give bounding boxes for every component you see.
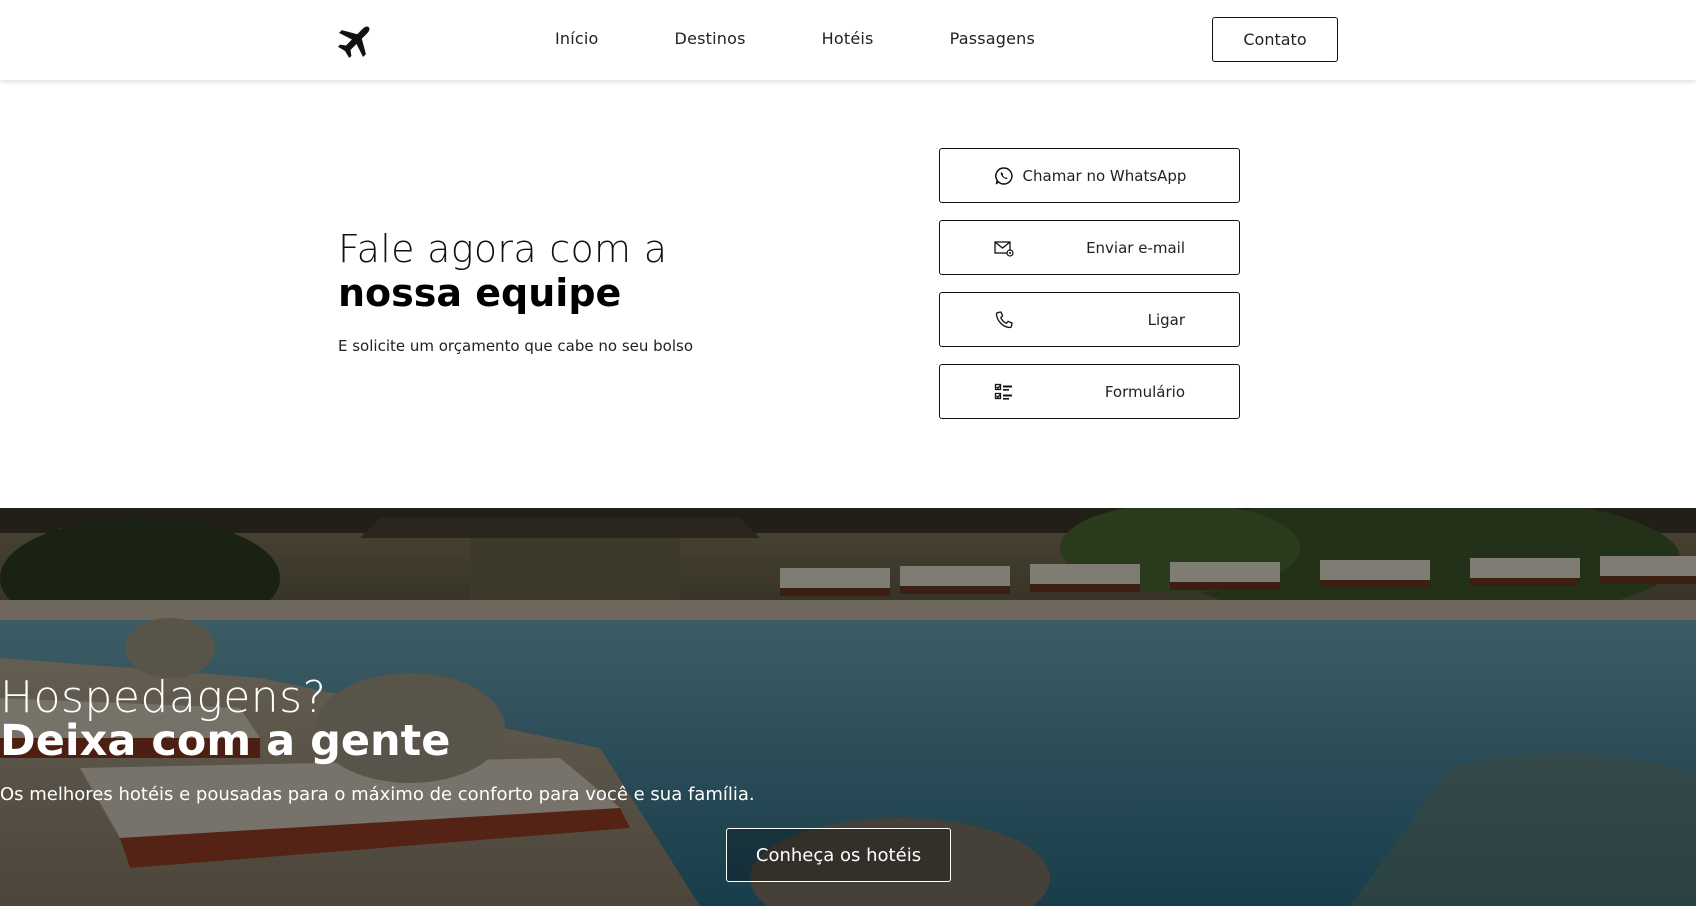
hero-subtitle: Os melhores hotéis e pousadas para o máx… — [0, 784, 755, 805]
contact-button[interactable]: Contato — [1212, 17, 1338, 62]
form-button-label: Formulário — [1104, 382, 1185, 401]
checklist-icon — [993, 381, 1015, 403]
hotels-cta-button[interactable]: Conheça os hotéis — [726, 828, 951, 882]
contact-section: Fale agora com a nossa equipe E solicite… — [0, 80, 1696, 508]
call-button-label: Ligar — [1147, 310, 1185, 329]
email-button-label: Enviar e-mail — [1086, 238, 1185, 257]
nav-link-hoteis[interactable]: Hotéis — [822, 28, 874, 50]
nav-link-destinos[interactable]: Destinos — [675, 28, 746, 50]
hotels-hero: Hospedagens? Deixa com a gente Os melhor… — [0, 508, 1696, 906]
form-button[interactable]: Formulário — [939, 364, 1240, 419]
hero-title-bold: Deixa com a gente — [0, 716, 451, 766]
contact-subtitle: E solicite um orçamento que cabe no seu … — [338, 337, 693, 355]
whatsapp-button[interactable]: Chamar no WhatsApp — [939, 148, 1240, 203]
contact-title-bold: nossa equipe — [338, 271, 622, 315]
contact-actions: Chamar no WhatsApp Enviar e-mail Ligar F… — [939, 148, 1240, 436]
whatsapp-button-label: Chamar no WhatsApp — [1022, 166, 1187, 185]
call-button[interactable]: Ligar — [939, 292, 1240, 347]
airplane-icon[interactable] — [336, 20, 376, 60]
site-header: Início Destinos Hotéis Passagens Contato — [0, 0, 1696, 80]
email-button[interactable]: Enviar e-mail — [939, 220, 1240, 275]
nav-link-passagens[interactable]: Passagens — [950, 28, 1036, 50]
whatsapp-icon — [993, 165, 1015, 187]
phone-icon — [993, 309, 1015, 331]
nav-link-inicio[interactable]: Início — [555, 28, 599, 50]
email-icon — [993, 237, 1015, 259]
main-nav: Início Destinos Hotéis Passagens — [555, 28, 1035, 50]
contact-title-light: Fale agora com a — [338, 227, 668, 271]
